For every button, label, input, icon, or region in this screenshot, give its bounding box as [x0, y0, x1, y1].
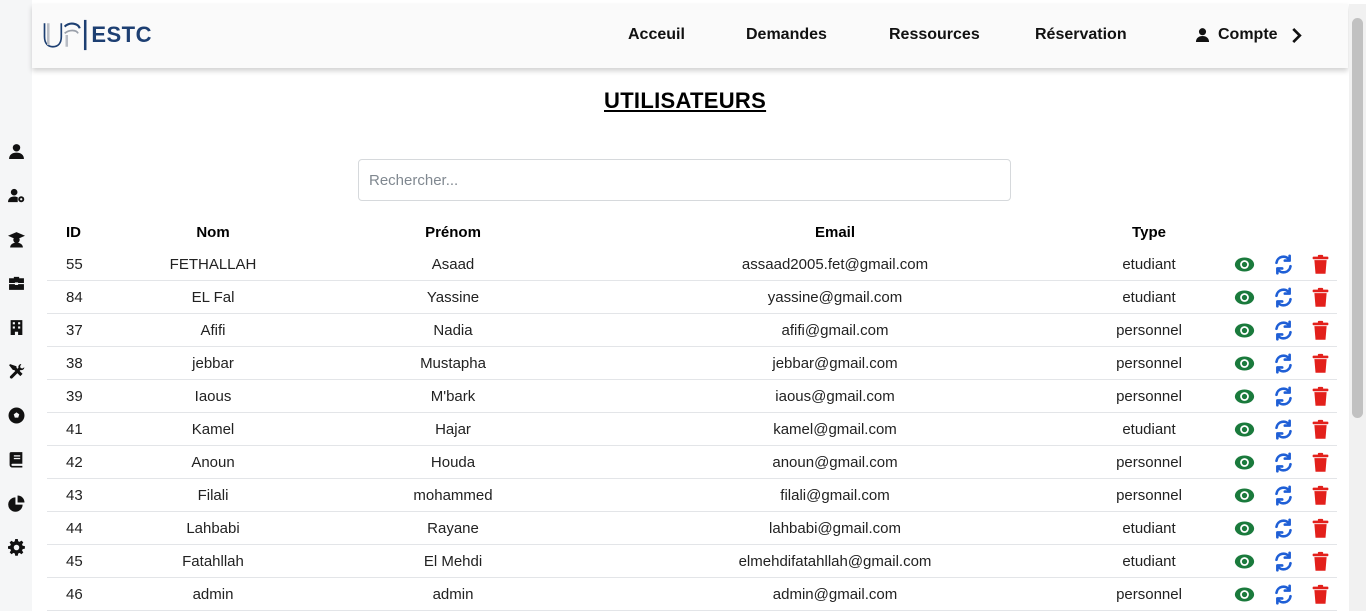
trash-icon[interactable]	[1309, 253, 1331, 275]
sync-icon[interactable]	[1272, 451, 1294, 473]
cell-id: 44	[66, 520, 83, 537]
eye-icon[interactable]	[1233, 418, 1255, 440]
scrollbar[interactable]	[1349, 4, 1366, 611]
table-body: 55 FETHALLAH Asaad assaad2005.fet@gmail.…	[47, 248, 1337, 611]
cell-id: 38	[66, 355, 83, 372]
cell-id: 39	[66, 388, 83, 405]
nav-reservation[interactable]: Réservation	[1035, 26, 1127, 44]
table-row: 39 Iaous M'bark iaous@gmail.com personne…	[47, 380, 1337, 413]
header-id: ID	[66, 224, 81, 241]
graduate-icon[interactable]	[6, 229, 26, 249]
account-user-icon	[1195, 27, 1210, 43]
sync-icon[interactable]	[1272, 352, 1294, 374]
sync-icon[interactable]	[1272, 286, 1294, 308]
table-row: 38 jebbar Mustapha jebbar@gmail.com pers…	[47, 347, 1337, 380]
nav-acceuil[interactable]: Acceuil	[628, 26, 685, 44]
table-row: 41 Kamel Hajar kamel@gmail.com etudiant	[47, 413, 1337, 446]
gear-icon[interactable]	[6, 537, 26, 557]
trash-icon[interactable]	[1309, 352, 1331, 374]
building-icon[interactable]	[6, 317, 26, 337]
table-row: 44 Lahbabi Rayane lahbabi@gmail.com etud…	[47, 512, 1337, 545]
eye-icon[interactable]	[1233, 253, 1255, 275]
logo-text: ESTC	[91, 22, 152, 47]
eye-icon[interactable]	[1233, 286, 1255, 308]
eye-icon[interactable]	[1233, 352, 1255, 374]
cell-id: 43	[66, 487, 83, 504]
trash-icon[interactable]	[1309, 517, 1331, 539]
sync-icon[interactable]	[1272, 517, 1294, 539]
table-row: 55 FETHALLAH Asaad assaad2005.fet@gmail.…	[47, 248, 1337, 281]
cell-id: 45	[66, 553, 83, 570]
trash-icon[interactable]	[1309, 418, 1331, 440]
account-label: Compte	[1218, 26, 1278, 43]
user-gear-icon[interactable]	[6, 185, 26, 205]
table-row: 42 Anoun Houda anoun@gmail.com personnel	[47, 446, 1337, 479]
cell-id: 42	[66, 454, 83, 471]
trash-icon[interactable]	[1309, 451, 1331, 473]
scrollbar-thumb[interactable]	[1352, 18, 1363, 418]
users-table: ID Nom Prénom Email Type 55 FETHALLAH As…	[47, 220, 1337, 611]
cell-id: 46	[66, 586, 83, 603]
sync-icon[interactable]	[1272, 385, 1294, 407]
eye-icon[interactable]	[1233, 484, 1255, 506]
trash-icon[interactable]	[1309, 583, 1331, 605]
sync-icon[interactable]	[1272, 319, 1294, 341]
account-menu[interactable]: Compte	[1195, 26, 1302, 44]
cell-id: 41	[66, 421, 83, 438]
top-navbar: ESTC Acceuil Demandes Ressources Réserva…	[32, 4, 1348, 68]
nav-ressources[interactable]: Ressources	[889, 26, 980, 44]
cell-id: 55	[66, 256, 83, 273]
nav-demandes[interactable]: Demandes	[746, 26, 827, 44]
sidebar	[0, 0, 32, 611]
eye-icon[interactable]	[1233, 550, 1255, 572]
trash-icon[interactable]	[1309, 319, 1331, 341]
trash-icon[interactable]	[1309, 385, 1331, 407]
sync-icon[interactable]	[1272, 253, 1294, 275]
trash-icon[interactable]	[1309, 550, 1331, 572]
trash-icon[interactable]	[1309, 286, 1331, 308]
table-row: 45 Fatahllah El Mehdi elmehdifatahllah@g…	[47, 545, 1337, 578]
eye-icon[interactable]	[1233, 451, 1255, 473]
sync-icon[interactable]	[1272, 484, 1294, 506]
chevron-right-icon	[1291, 27, 1302, 43]
book-icon[interactable]	[6, 449, 26, 469]
sync-icon[interactable]	[1272, 583, 1294, 605]
page-title: UTILISATEURS	[604, 88, 767, 113]
table-row: 84 EL Fal Yassine yassine@gmail.com etud…	[47, 281, 1337, 314]
cell-id: 84	[66, 289, 83, 306]
briefcase-icon[interactable]	[6, 273, 26, 293]
user-icon[interactable]	[6, 141, 26, 161]
pie-chart-icon[interactable]	[6, 493, 26, 513]
logo[interactable]: ESTC	[42, 16, 152, 54]
table-row: 37 Afifi Nadia afifi@gmail.com personnel	[47, 314, 1337, 347]
tools-icon[interactable]	[6, 361, 26, 381]
table-header: ID Nom Prénom Email Type	[66, 224, 1166, 241]
eye-icon[interactable]	[1233, 583, 1255, 605]
table-row: 43 Filali mohammed filali@gmail.com pers…	[47, 479, 1337, 512]
search-input[interactable]	[358, 159, 1011, 201]
cell-id: 37	[66, 322, 83, 339]
sync-icon[interactable]	[1272, 418, 1294, 440]
table-row: 46 admin admin admin@gmail.com personnel	[47, 578, 1337, 611]
eye-icon[interactable]	[1233, 385, 1255, 407]
soccer-ball-icon[interactable]	[6, 405, 26, 425]
trash-icon[interactable]	[1309, 484, 1331, 506]
eye-icon[interactable]	[1233, 517, 1255, 539]
logo-emblem	[43, 19, 87, 51]
eye-icon[interactable]	[1233, 319, 1255, 341]
sync-icon[interactable]	[1272, 550, 1294, 572]
